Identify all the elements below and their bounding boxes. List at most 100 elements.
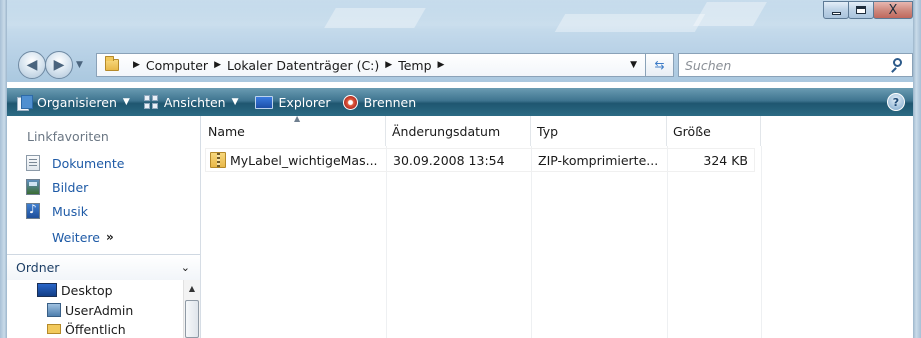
back-button[interactable]: ◀ bbox=[18, 51, 46, 79]
favorite-label: Musik bbox=[52, 203, 88, 219]
search-input[interactable]: Suchen bbox=[679, 58, 889, 73]
breadcrumb-separator-icon[interactable]: ▶ bbox=[385, 60, 392, 70]
folder-tree-scrollbar[interactable]: ▲ bbox=[183, 280, 200, 338]
column-divider bbox=[386, 146, 387, 338]
favorite-music[interactable]: Musik bbox=[7, 199, 200, 223]
navigation-pane: Linkfavoriten Dokumente Bilder Musik Wei… bbox=[7, 116, 201, 338]
file-size-cell: 324 KB bbox=[668, 149, 754, 171]
explorer-icon bbox=[254, 95, 273, 109]
file-date-cell: 30.09.2008 13:54 bbox=[387, 149, 532, 171]
title-glow bbox=[0, 0, 921, 30]
folders-header[interactable]: Ordner ⌄ bbox=[7, 254, 200, 280]
help-button[interactable]: ? bbox=[887, 93, 905, 111]
views-label: Ansichten bbox=[163, 94, 226, 110]
arrow-right-icon: ▶ bbox=[53, 57, 65, 73]
chevron-down-icon: ▼ bbox=[122, 97, 130, 107]
close-icon: X bbox=[888, 2, 898, 18]
title-streak bbox=[324, 8, 426, 28]
window-frame-left bbox=[0, 0, 7, 338]
command-bar: Organisieren ▼ Ansichten ▼ Explorer Bren… bbox=[7, 88, 913, 116]
breadcrumb-temp[interactable]: Temp bbox=[398, 58, 431, 73]
views-menu[interactable]: Ansichten ▼ bbox=[136, 88, 245, 116]
column-header-name[interactable]: Name ▲ bbox=[202, 114, 386, 146]
scroll-thumb[interactable] bbox=[185, 300, 199, 338]
caption-buttons: X bbox=[823, 1, 913, 19]
music-icon bbox=[26, 202, 40, 219]
file-list: Name ▲ Änderungsdatum Typ Größe MyLabel_… bbox=[202, 114, 913, 338]
favorites-more-link[interactable]: Weitere » bbox=[7, 223, 200, 251]
recent-pages-dropdown[interactable]: ▼ bbox=[76, 60, 83, 70]
desktop-icon bbox=[37, 283, 57, 297]
tree-item-label: Desktop bbox=[61, 282, 113, 298]
column-headers: Name ▲ Änderungsdatum Typ Größe bbox=[202, 114, 913, 146]
column-label: Name bbox=[208, 123, 245, 139]
tree-item-label: Öffentlich bbox=[65, 321, 126, 337]
search-box[interactable]: Suchen bbox=[678, 53, 913, 77]
refresh-button[interactable]: ⇆ bbox=[646, 53, 674, 77]
folder-tree: Desktop UserAdmin Öffentlich bbox=[7, 280, 200, 338]
favorite-label: Dokumente bbox=[52, 155, 125, 171]
file-type: ZIP-komprimierte... bbox=[538, 152, 659, 168]
folder-icon bbox=[47, 324, 61, 334]
tree-item-public[interactable]: Öffentlich bbox=[47, 320, 126, 338]
column-header-size[interactable]: Größe bbox=[667, 116, 761, 146]
title-streak bbox=[554, 14, 706, 32]
favorite-documents[interactable]: Dokumente bbox=[7, 151, 200, 175]
column-divider bbox=[531, 146, 532, 338]
scroll-up-icon[interactable]: ▲ bbox=[184, 280, 200, 297]
forward-button[interactable]: ▶ bbox=[45, 51, 73, 79]
favorite-label: Bilder bbox=[52, 179, 89, 195]
refresh-icon: ⇆ bbox=[654, 58, 665, 72]
search-icon[interactable] bbox=[889, 55, 909, 75]
favorite-pictures[interactable]: Bilder bbox=[7, 175, 200, 199]
arrow-left-icon: ◀ bbox=[26, 57, 38, 73]
favorites-title: Linkfavoriten bbox=[27, 129, 109, 144]
minimize-button[interactable] bbox=[823, 1, 849, 19]
folder-icon bbox=[105, 56, 119, 71]
breadcrumb-separator-icon[interactable]: ▶ bbox=[214, 60, 221, 70]
column-label: Änderungsdatum bbox=[392, 123, 501, 139]
address-bar[interactable]: ▶ Computer ▶ Lokaler Datenträger (C:) ▶ … bbox=[96, 53, 646, 77]
file-type-cell: ZIP-komprimierte... bbox=[532, 149, 668, 171]
organize-label: Organisieren bbox=[37, 94, 117, 110]
zip-folder-icon bbox=[210, 152, 226, 168]
file-row[interactable]: MyLabel_wichtigeMas... 30.09.2008 13:54 … bbox=[205, 148, 755, 172]
sort-ascending-icon: ▲ bbox=[294, 114, 301, 123]
tree-item-desktop[interactable]: Desktop bbox=[7, 280, 200, 300]
column-label: Größe bbox=[673, 123, 711, 139]
column-header-date[interactable]: Änderungsdatum bbox=[386, 116, 531, 146]
help-icon: ? bbox=[892, 95, 900, 109]
tree-item-useradmin[interactable]: UserAdmin bbox=[7, 300, 200, 320]
documents-icon bbox=[26, 155, 40, 171]
column-divider bbox=[761, 146, 762, 338]
title-bar: X ◀ ▶ ▼ ▶ Computer ▶ Lokaler Datenträger… bbox=[0, 0, 921, 82]
more-label: Weitere bbox=[52, 229, 100, 245]
burn-icon bbox=[342, 94, 358, 110]
tree-item-label: UserAdmin bbox=[65, 302, 134, 318]
breadcrumb-computer[interactable]: Computer bbox=[146, 58, 208, 73]
views-icon bbox=[143, 95, 158, 109]
column-label: Typ bbox=[537, 123, 559, 139]
burn-button[interactable]: Brennen bbox=[337, 88, 423, 116]
organize-icon bbox=[17, 95, 33, 111]
breadcrumb-separator-icon[interactable]: ▶ bbox=[438, 60, 445, 70]
user-folder-icon bbox=[47, 303, 61, 317]
chevron-down-icon: ▼ bbox=[231, 97, 239, 107]
maximize-icon bbox=[856, 6, 866, 14]
address-dropdown-icon[interactable]: ▼ bbox=[630, 60, 637, 70]
organize-menu[interactable]: Organisieren ▼ bbox=[7, 88, 136, 116]
explorer-button[interactable]: Explorer bbox=[245, 88, 337, 116]
maximize-button[interactable] bbox=[848, 1, 874, 19]
file-size: 324 KB bbox=[703, 152, 748, 168]
folders-title: Ordner bbox=[16, 260, 60, 275]
column-divider bbox=[667, 146, 668, 338]
close-button[interactable]: X bbox=[873, 1, 913, 19]
breadcrumb-drive[interactable]: Lokaler Datenträger (C:) bbox=[227, 58, 379, 73]
chevron-down-icon: ⌄ bbox=[180, 261, 190, 274]
explorer-label: Explorer bbox=[278, 94, 331, 110]
column-header-type[interactable]: Typ bbox=[531, 116, 667, 146]
double-chevron-right-icon: » bbox=[105, 230, 114, 244]
file-name-cell: MyLabel_wichtigeMas... bbox=[206, 149, 387, 171]
breadcrumb-separator-icon[interactable]: ▶ bbox=[133, 60, 140, 70]
burn-label: Brennen bbox=[363, 94, 417, 110]
